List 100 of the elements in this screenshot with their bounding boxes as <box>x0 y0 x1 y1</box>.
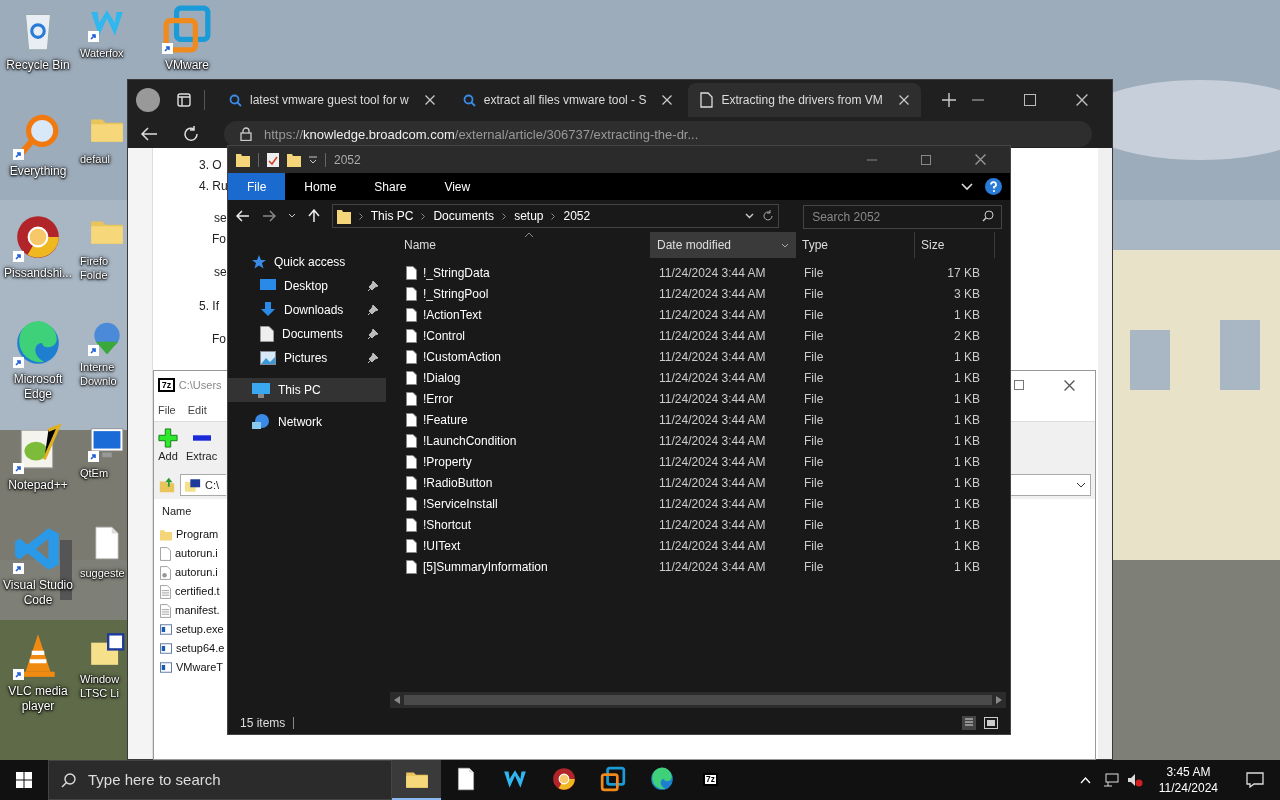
file-name[interactable]: !Shortcut <box>423 515 472 534</box>
close-icon[interactable] <box>975 154 986 165</box>
breadcrumb-item[interactable]: setup <box>514 207 544 225</box>
file-name[interactable]: [5]SummaryInformation <box>423 557 548 576</box>
nav-item[interactable]: Documents <box>228 322 386 346</box>
speaker-muted-icon[interactable] <box>1126 773 1143 787</box>
ribbon-tab[interactable]: Share <box>355 173 426 200</box>
archive-file-row[interactable]: autorun.i <box>158 544 218 563</box>
file-name[interactable]: !Dialog <box>423 368 461 387</box>
show-hidden-icons-icon[interactable] <box>1079 776 1091 784</box>
browser-tab[interactable]: Extracting the drivers from VM <box>688 83 921 117</box>
menu-item[interactable]: File <box>158 401 176 419</box>
maximize-icon[interactable] <box>1014 380 1024 390</box>
toolbar-button[interactable]: Extrac <box>186 428 218 465</box>
nav-item[interactable]: Desktop <box>228 274 386 298</box>
path-field[interactable]: C:\ <box>180 474 226 496</box>
archive-file-row[interactable]: VMwareT <box>158 658 224 677</box>
desktop-icon[interactable]: Window LTSC Li <box>80 630 126 700</box>
file-name[interactable]: !ServiceInstall <box>423 494 498 513</box>
file-name[interactable]: !Control <box>423 326 466 345</box>
ribbon-tab[interactable]: Home <box>285 173 356 200</box>
clock[interactable]: 3:45 AM 11/24/2024 <box>1146 764 1230 796</box>
breadcrumb-item[interactable]: This PC <box>370 207 414 225</box>
desktop-icon[interactable]: Visual Studio Code <box>0 524 76 608</box>
archive-file-row[interactable]: setup.exe <box>158 620 224 639</box>
large-icons-view-icon[interactable] <box>984 717 998 729</box>
file-name[interactable]: !Property <box>423 452 472 471</box>
dropdown-caret-icon[interactable] <box>309 155 317 164</box>
archive-file-row[interactable]: autorun.i <box>158 563 218 582</box>
horizontal-scrollbar[interactable] <box>390 692 1006 708</box>
vertical-scrollbar[interactable] <box>1098 148 1112 759</box>
up-icon[interactable] <box>307 209 320 223</box>
archive-file-row[interactable]: setup64.e <box>158 639 225 658</box>
close-icon[interactable] <box>1076 94 1088 106</box>
breadcrumb-item[interactable]: Documents <box>433 207 495 225</box>
properties-icon[interactable] <box>267 152 279 167</box>
file-name[interactable]: !Feature <box>423 410 468 429</box>
scroll-left-icon[interactable] <box>394 696 400 704</box>
file-name[interactable]: !CustomAction <box>423 347 502 366</box>
ribbon-tab[interactable]: File <box>228 173 286 200</box>
file-name[interactable]: !RadioButton <box>423 473 493 492</box>
file-name[interactable]: !UIText <box>423 536 461 555</box>
tab-actions-icon[interactable] <box>176 92 192 108</box>
expand-ribbon-icon[interactable] <box>961 182 973 191</box>
column-header[interactable]: Size <box>915 232 995 258</box>
nav-item[interactable]: Downloads <box>228 298 386 322</box>
network-icon[interactable] <box>1102 773 1119 787</box>
file-name[interactable]: !_StringPool <box>423 284 489 303</box>
close-icon[interactable] <box>1064 379 1075 391</box>
desktop-icon[interactable]: VLC media player <box>0 630 76 714</box>
notifications-icon[interactable] <box>1246 772 1264 788</box>
column-header[interactable]: Type <box>796 232 915 258</box>
menu-item[interactable]: Edit <box>187 401 207 419</box>
archive-file-row[interactable]: certified.t <box>158 582 220 601</box>
desktop-icon[interactable]: QtEm <box>80 424 126 480</box>
column-header[interactable]: Name <box>158 503 192 525</box>
nav-item[interactable]: Pictures <box>228 346 386 370</box>
archive-file-row[interactable]: Program <box>158 525 219 544</box>
close-tab-icon[interactable] <box>424 95 435 105</box>
search-field[interactable]: Search 2052 <box>803 205 1002 229</box>
column-header[interactable]: Date modified <box>651 232 796 258</box>
browser-tab[interactable]: extract all files vmware tool - S <box>450 83 685 117</box>
profile-avatar[interactable] <box>136 88 160 112</box>
recent-caret-icon[interactable] <box>287 213 296 219</box>
forward-icon[interactable] <box>261 210 276 222</box>
help-icon[interactable] <box>985 178 1002 195</box>
back-icon[interactable] <box>236 210 250 222</box>
refresh-icon[interactable] <box>182 125 200 143</box>
breadcrumb-item[interactable]: 2052 <box>563 207 591 225</box>
address-bar[interactable]: https://knowledge.broadcom.com/external/article/306737/extracting-the-dr... <box>224 121 1092 147</box>
toolbar-button[interactable]: Add <box>158 428 178 465</box>
close-tab-icon[interactable] <box>662 95 673 105</box>
archive-file-row[interactable]: manifest. <box>158 601 220 620</box>
taskbar-app[interactable] <box>392 760 441 800</box>
new-tab-icon[interactable] <box>940 92 957 108</box>
nav-item[interactable]: Network <box>228 410 386 434</box>
nav-item[interactable]: Quick access <box>228 250 386 274</box>
desktop-icon[interactable]: suggeste <box>80 524 126 580</box>
new-folder-icon[interactable] <box>287 152 301 167</box>
ribbon-tab[interactable]: View <box>425 173 490 200</box>
file-name[interactable]: !ActionText <box>423 305 482 324</box>
taskbar-app[interactable]: 7z <box>686 760 735 800</box>
maximize-icon[interactable] <box>921 154 931 165</box>
taskbar-search-field[interactable]: Type here to search <box>48 760 392 800</box>
dropdown-caret-icon[interactable] <box>745 213 755 219</box>
maximize-icon[interactable] <box>1024 94 1036 106</box>
scroll-right-icon[interactable] <box>996 696 1002 704</box>
back-icon[interactable] <box>140 126 158 142</box>
refresh-icon[interactable] <box>762 210 775 222</box>
close-tab-icon[interactable] <box>898 95 909 105</box>
address-field[interactable]: This PC Documents setup 2052 <box>331 204 780 228</box>
nav-item[interactable]: This PC <box>228 378 386 402</box>
desktop-icon[interactable]: Notepad++ <box>0 424 76 493</box>
file-name[interactable]: !_StringData <box>423 263 490 282</box>
file-name[interactable]: !Error <box>423 389 453 408</box>
file-name[interactable]: !LaunchCondition <box>423 431 517 450</box>
path-dropdown-button[interactable] <box>1009 474 1091 496</box>
details-view-icon[interactable] <box>962 716 976 730</box>
browser-tab[interactable]: latest vmware guest tool for w <box>217 83 447 117</box>
folder-up-icon[interactable] <box>158 476 176 494</box>
